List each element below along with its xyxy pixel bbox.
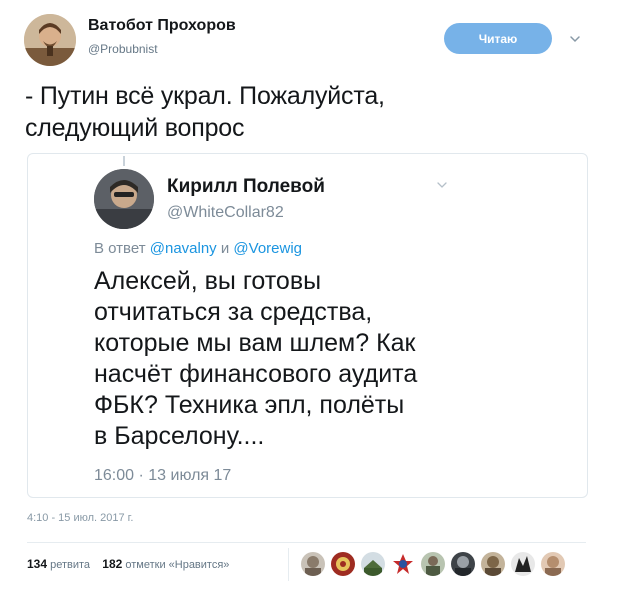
- reply-to-line: В ответ @navalny и @Vorewig: [94, 240, 302, 257]
- reply-mention-vorewig: @Vorewig: [233, 240, 303, 257]
- following-button-label: Читаю: [478, 31, 518, 46]
- liker-avatar[interactable]: [480, 551, 506, 577]
- tweet-timestamp[interactable]: 4:10 - 15 июл. 2017 г.: [27, 512, 133, 524]
- embedded-author-avatar: [94, 169, 154, 229]
- stats-separator: [288, 548, 289, 581]
- divider: [27, 542, 586, 543]
- following-button[interactable]: Читаю: [444, 23, 552, 54]
- liker-avatar[interactable]: [450, 551, 476, 577]
- liker-avatar[interactable]: [420, 551, 446, 577]
- liker-avatar[interactable]: [360, 551, 386, 577]
- author-avatar-image: [24, 14, 76, 66]
- embedded-tweet-text: Алексей, вы готовы отчитаться за средств…: [94, 267, 418, 450]
- embedded-chevron-down-icon: [437, 182, 447, 188]
- liker-avatar[interactable]: [510, 551, 536, 577]
- liker-avatar[interactable]: [300, 551, 326, 577]
- likes-count: 182: [102, 557, 123, 571]
- reply-mention-navalny: @navalny: [149, 240, 217, 257]
- tweet-stats: 134 ретвита 182 отметки «Нравится»: [27, 557, 229, 571]
- reply-conjunction: и: [220, 240, 230, 257]
- embedded-avatar-image: [94, 169, 154, 229]
- retweet-stat[interactable]: 134 ретвита: [27, 557, 93, 571]
- embedded-author-handle: @WhiteCollar82: [167, 204, 284, 221]
- thread-line: [123, 156, 125, 166]
- embedded-tweet-image[interactable]: Кирилл Полевой @WhiteCollar82 В ответ @n…: [27, 153, 588, 498]
- author-avatar[interactable]: [24, 14, 76, 66]
- tweet-text: - Путин всё украл. Пожалуйста, следующий…: [25, 82, 385, 142]
- retweet-count: 134: [27, 557, 48, 571]
- liker-avatar[interactable]: [540, 551, 566, 577]
- embedded-tweet-time: 16:00 · 13 июля 17: [94, 467, 232, 484]
- chevron-down-icon[interactable]: [568, 32, 582, 46]
- retweet-label: ретвита: [50, 559, 91, 571]
- likes-stat[interactable]: 182 отметки «Нравится»: [102, 557, 230, 571]
- reply-to-prefix: В ответ: [94, 240, 146, 257]
- likes-label: отметки «Нравится»: [125, 559, 230, 571]
- embedded-author-name: Кирилл Полевой: [167, 176, 325, 197]
- liker-avatar[interactable]: [390, 551, 416, 577]
- liker-avatar[interactable]: [330, 551, 356, 577]
- author-handle[interactable]: @Probubnist: [88, 42, 158, 56]
- likers-avatar-row: [300, 551, 566, 577]
- author-name[interactable]: Ватобот Прохоров: [88, 17, 236, 35]
